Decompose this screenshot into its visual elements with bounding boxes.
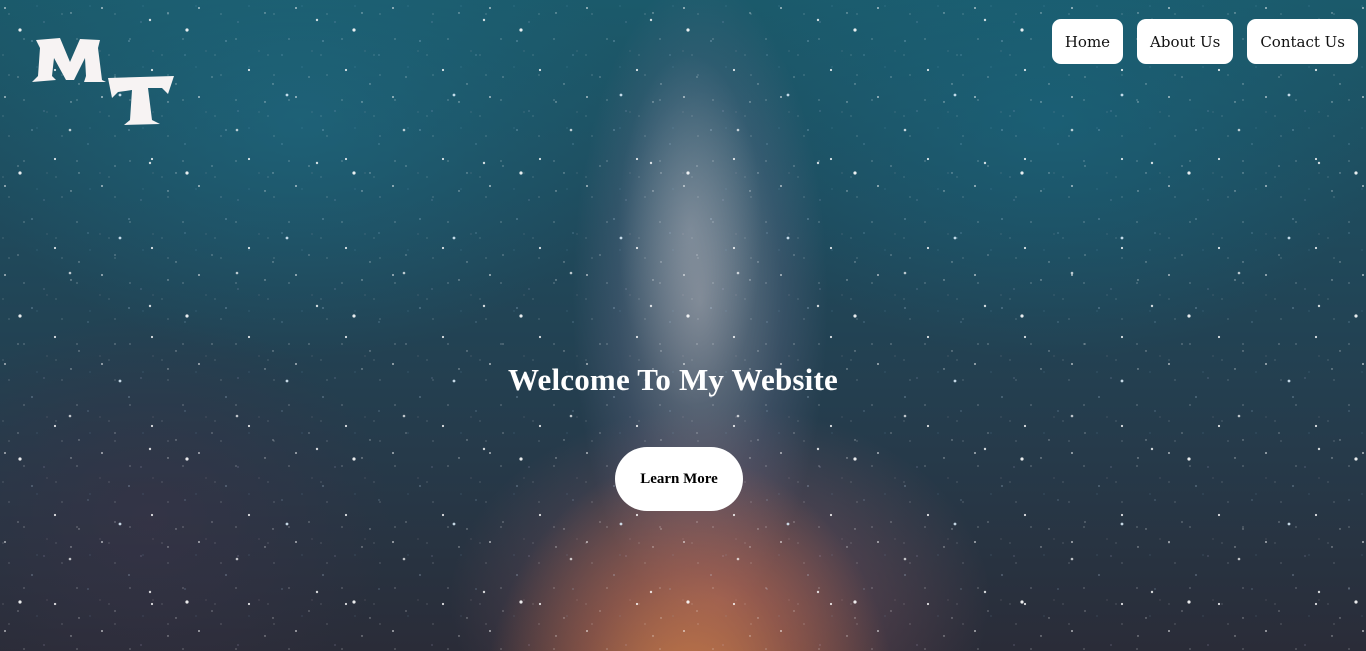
site-logo[interactable] xyxy=(28,36,178,128)
logo-letter-m xyxy=(32,38,106,82)
hero-headline: Welcome To My Website xyxy=(508,362,838,397)
hero-background xyxy=(0,0,1366,651)
nav-about-button[interactable]: About Us xyxy=(1137,19,1234,64)
nav-home-button[interactable]: Home xyxy=(1051,19,1124,64)
logo-letter-t xyxy=(108,76,174,125)
main-nav: Home About Us Contact Us xyxy=(1051,19,1358,64)
starfield-background xyxy=(0,0,1366,651)
nav-contact-button[interactable]: Contact Us xyxy=(1247,19,1358,64)
learn-more-button[interactable]: Learn More xyxy=(615,447,743,511)
